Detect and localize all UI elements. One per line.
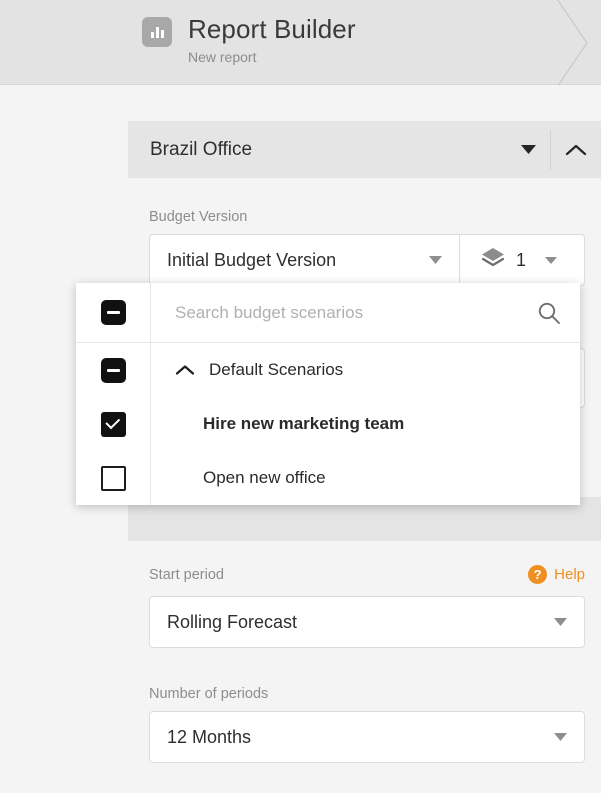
select-all-checkbox-indeterminate-icon[interactable] <box>100 300 126 325</box>
group-checkbox-indeterminate-icon[interactable] <box>100 357 126 383</box>
budget-version-label: Budget Version <box>149 209 248 225</box>
search-icon[interactable] <box>536 300 562 326</box>
option-checkbox-unchecked-icon[interactable] <box>100 465 126 491</box>
budget-version-caret-down-icon[interactable] <box>411 255 459 265</box>
start-period-value: Rolling Forecast <box>167 611 298 632</box>
budget-version-control-row: Initial Budget Version 1 <box>149 234 585 286</box>
number-of-periods-value: 12 Months <box>167 726 252 747</box>
dropdown-content-column: Default Scenarios Hire new marketing tea… <box>151 283 580 505</box>
entity-selector-chevron-up-icon[interactable] <box>551 143 601 156</box>
start-period-caret-down-icon[interactable] <box>536 617 584 627</box>
dropdown-checkbox-column <box>76 283 151 505</box>
app-header-content: Report Builder New report <box>142 14 356 66</box>
help-label: Help <box>554 566 585 583</box>
budget-version-select[interactable]: Initial Budget Version <box>150 235 459 285</box>
budget-version-value: Initial Budget Version <box>167 249 337 270</box>
layers-count: 1 <box>516 249 527 270</box>
breadcrumb-chevron-divider <box>539 0 601 85</box>
bar-chart-icon <box>142 17 172 47</box>
scenario-search-field[interactable] <box>151 300 580 326</box>
entity-selector-caret-down-icon[interactable] <box>506 144 550 155</box>
budget-version-layers-stepper[interactable]: 1 <box>460 235 584 285</box>
start-period-label-row: Start period ? Help <box>149 565 585 584</box>
app-header: Report Builder New report <box>0 0 601 85</box>
report-builder-form: Brazil Office Budget Version Initial Bud… <box>0 86 601 793</box>
budget-scenario-dropdown-panel: Default Scenarios Hire new marketing tea… <box>76 283 580 505</box>
scenario-option-label: Hire new marketing team <box>203 414 405 433</box>
question-mark-icon: ? <box>528 565 548 584</box>
header-text-block: Report Builder New report <box>188 14 356 66</box>
option-checkbox-row[interactable] <box>76 451 150 505</box>
select-all-checkbox-row[interactable] <box>76 283 150 343</box>
scenario-option-row[interactable]: Open new office <box>151 451 580 505</box>
entity-selector-bar[interactable]: Brazil Office <box>128 121 601 178</box>
start-period-select[interactable]: Rolling Forecast <box>149 596 585 648</box>
option-checkbox-checked-icon[interactable] <box>100 411 126 437</box>
start-period-label: Start period <box>149 566 224 583</box>
search-input[interactable] <box>175 302 536 323</box>
group-checkbox-row[interactable] <box>76 343 150 397</box>
help-link[interactable]: ? Help <box>528 565 585 584</box>
number-of-periods-select[interactable]: 12 Months <box>149 711 585 763</box>
budget-version-field-group: Budget Version Initial Budget Version 1 <box>149 208 585 286</box>
scenario-search-row <box>151 283 580 343</box>
number-of-periods-caret-down-icon[interactable] <box>536 732 584 742</box>
scenario-option-label: Open new office <box>203 468 326 487</box>
scenario-group-row[interactable]: Default Scenarios <box>151 343 580 397</box>
start-period-field-group: Start period ? Help Rolling Forecast <box>149 565 585 648</box>
page-subtitle: New report <box>188 49 257 65</box>
number-of-periods-field-group: Number of periods 12 Months <box>149 685 585 763</box>
layers-icon <box>480 246 506 275</box>
page-title: Report Builder <box>188 14 356 44</box>
group-chevron-up-icon[interactable] <box>175 364 195 376</box>
layers-caret-down-icon[interactable] <box>544 256 558 265</box>
option-checkbox-row[interactable] <box>76 397 150 451</box>
entity-selector-label: Brazil Office <box>150 138 253 160</box>
number-of-periods-label: Number of periods <box>149 686 269 702</box>
scenario-group-label: Default Scenarios <box>209 360 344 379</box>
scenario-option-row[interactable]: Hire new marketing team <box>151 397 580 451</box>
